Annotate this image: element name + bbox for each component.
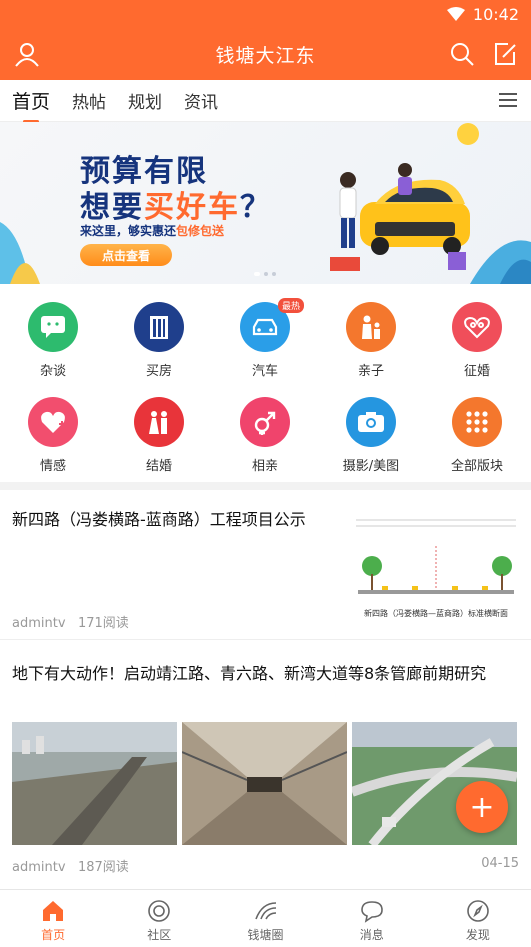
category-all-sections[interactable]: 全部版块 <box>424 385 530 475</box>
section-divider <box>0 482 531 490</box>
hot-badge: 最热 <box>277 298 304 313</box>
message-icon <box>360 901 383 923</box>
banner-cta-button[interactable]: 点击查看 <box>80 244 172 266</box>
article-meta: admintv 171阅读 <box>12 616 129 631</box>
tab-hot-posts[interactable]: 热帖 <box>72 88 106 113</box>
banner-subtitle: 来这里，够实惠还包修包送 <box>80 224 225 238</box>
grid-icon <box>452 397 502 447</box>
article-meta: admintv 187阅读 <box>12 860 129 875</box>
tab-home[interactable]: 首页 <box>12 87 50 114</box>
construction-site-image <box>12 722 177 845</box>
banner-headline-2: 想要买好车？ <box>80 190 272 225</box>
status-bar: 10:42 <box>0 0 531 28</box>
article-title: 新四路（冯娄横路-蓝商路）工程项目公示 <box>12 510 306 529</box>
category-blind-date[interactable]: 相亲 <box>212 385 318 475</box>
category-emotion[interactable]: 情感 <box>0 385 106 475</box>
tab-planning[interactable]: 规划 <box>128 88 162 113</box>
couple-icon <box>452 302 502 352</box>
gender-icon <box>240 397 290 447</box>
menu-icon[interactable] <box>499 92 517 108</box>
thumbnail-caption: 新四路（冯娄横路—蓝商路）标准横断面 <box>364 609 508 618</box>
category-chat[interactable]: 杂谈 <box>0 290 106 380</box>
promo-banner[interactable]: 预算有限 想要买好车？ 来这里，够实惠还包修包送 点击查看 <box>0 122 531 284</box>
article-image-row <box>12 722 517 845</box>
user-icon[interactable] <box>13 40 41 68</box>
utility-tunnel-image <box>182 722 347 845</box>
app-bar: 钱塘大江东 <box>0 28 531 80</box>
article-card[interactable]: 地下有大动作！启动靖江路、青六路、新湾大道等8条管廊前期研究 admintv 1… <box>0 650 531 890</box>
compass-icon <box>467 900 489 922</box>
article-card[interactable]: 新四路（冯娄横路-蓝商路）工程项目公示 新四路（冯娄横路—蓝商路）标准横断面 a… <box>0 490 531 640</box>
new-post-button[interactable]: + <box>456 781 508 833</box>
nav-home[interactable]: 首页 <box>0 890 106 947</box>
category-parenting[interactable]: 亲子 <box>318 290 424 380</box>
wave-icon <box>254 902 276 920</box>
family-icon <box>346 302 396 352</box>
app-title: 钱塘大江东 <box>215 44 316 67</box>
home-icon <box>43 901 64 921</box>
community-icon <box>148 900 171 922</box>
bottom-navigation: 首页 社区 钱塘圈 消息 发现 <box>0 889 531 947</box>
search-icon[interactable] <box>448 40 476 68</box>
camera-icon <box>346 397 396 447</box>
car-icon: 最热 <box>240 298 304 352</box>
category-wedding[interactable]: 结婚 <box>106 385 212 475</box>
road-cross-section-thumbnail <box>352 506 520 618</box>
heart-icon <box>28 397 78 447</box>
category-car[interactable]: 最热 汽车 <box>212 290 318 380</box>
wedding-icon <box>134 397 184 447</box>
article-title: 地下有大动作！启动靖江路、青六路、新湾大道等8条管廊前期研究 <box>12 664 487 683</box>
carousel-dots <box>254 272 276 276</box>
tab-news[interactable]: 资讯 <box>184 88 218 113</box>
category-grid: 杂谈 买房 最热 汽车 亲子 征婚 情感 结婚 相亲 摄影/美图 全部版块 <box>0 290 531 480</box>
nav-messages[interactable]: 消息 <box>319 890 425 947</box>
wifi-icon <box>446 7 465 21</box>
category-photography[interactable]: 摄影/美图 <box>318 385 424 475</box>
chat-icon <box>28 302 78 352</box>
nav-discover[interactable]: 发现 <box>425 890 531 947</box>
status-time: 10:42 <box>472 4 519 24</box>
building-icon <box>134 302 184 352</box>
category-matchmaking[interactable]: 征婚 <box>424 290 530 380</box>
nav-community[interactable]: 社区 <box>106 890 212 947</box>
article-date: 04-15 <box>481 856 519 871</box>
category-buy-house[interactable]: 买房 <box>106 290 212 380</box>
edit-icon[interactable] <box>491 40 519 68</box>
tab-bar: 首页 热帖 规划 资讯 <box>0 80 531 122</box>
nav-qiantang-circle[interactable]: 钱塘圈 <box>212 890 318 947</box>
